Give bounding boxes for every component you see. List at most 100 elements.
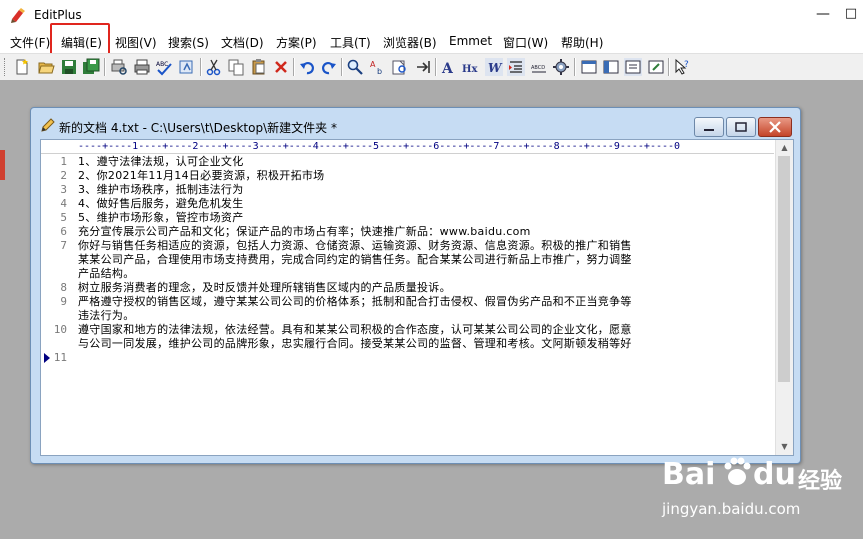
word-wrap-label: W (488, 61, 503, 75)
line-number: 5 (60, 211, 67, 224)
hex-label: Hx (462, 64, 478, 75)
print-icon[interactable] (133, 58, 151, 76)
redo-icon[interactable] (320, 58, 338, 76)
open-folder-icon[interactable] (37, 58, 55, 76)
app-titlebar: EditPlus — □ (0, 0, 863, 31)
document-window[interactable]: 新的文档 4.txt - C:\Users\t\Desktop\新建文件夹 * … (30, 107, 801, 464)
baidu-jingyan-watermark: Bai du 经验 jingyan.baidu.com (660, 455, 860, 535)
doc-restore-button[interactable] (726, 117, 756, 137)
menu-emmet[interactable]: Emmet (449, 34, 492, 48)
view-icon-3[interactable] (624, 58, 642, 76)
browser-icon[interactable] (647, 58, 665, 76)
svg-text:A: A (370, 60, 376, 69)
scroll-down-arrow-icon[interactable]: ▼ (776, 439, 793, 454)
line-number: 4 (60, 197, 67, 210)
text-line: 某某公司产品，合理使用市场支持费用，完成合同约定的销售任务。配合某某公司进行新品… (78, 253, 632, 266)
spell-icon[interactable]: ABCD (530, 58, 548, 76)
watermark-brand-du: du (753, 457, 796, 492)
toolbar-separator (668, 58, 670, 76)
toolbar-separator (341, 58, 343, 76)
menu-browser[interactable]: 浏览器(B) (383, 34, 437, 51)
replace-icon[interactable]: Ab (369, 58, 387, 76)
restore-icon (735, 122, 747, 132)
menu-help[interactable]: 帮助(H) (561, 34, 603, 51)
app-title: EditPlus (34, 8, 82, 22)
text-line: 产品结构。 (78, 267, 135, 280)
save-all-icon[interactable] (82, 58, 100, 76)
text-content[interactable]: 1、遵守法律法规，认可企业文化 2、你2021年11月14日必要资源，积极开拓市… (78, 154, 774, 454)
toolbar-grip[interactable] (4, 58, 8, 76)
minimize-icon (704, 129, 714, 131)
line-number: 10 (53, 323, 67, 336)
editplus-logo-icon (11, 8, 25, 23)
toolbar-separator (200, 58, 202, 76)
toolbar-separator (104, 58, 106, 76)
line-number: 6 (60, 225, 67, 238)
menu-search[interactable]: 搜索(S) (168, 34, 209, 51)
doc-minimize-button[interactable] (694, 117, 724, 137)
scroll-up-arrow-icon[interactable]: ▲ (776, 140, 793, 155)
toolbar-separator (293, 58, 295, 76)
watermark-url: jingyan.baidu.com (662, 500, 801, 518)
indent-icon[interactable] (507, 58, 525, 76)
text-line: 4、做好售后服务，避免危机发生 (78, 197, 244, 210)
line-number: 11 (53, 351, 67, 364)
help-pointer-icon[interactable]: ? (673, 58, 691, 76)
cut-icon[interactable] (205, 58, 223, 76)
watermark-cn: 经验 (798, 469, 843, 494)
current-line-marker-icon (44, 353, 50, 363)
spell-check-label: ABC (156, 61, 168, 68)
find-in-files-icon[interactable] (391, 58, 409, 76)
menu-window[interactable]: 窗口(W) (503, 34, 548, 51)
print-preview-icon[interactable] (110, 58, 128, 76)
view-icon-2[interactable] (602, 58, 620, 76)
paw-logo-icon (724, 457, 751, 485)
hex-icon[interactable]: Hx (462, 58, 480, 76)
watermark-brand: Bai (662, 457, 716, 492)
ftp-upload-icon[interactable] (178, 58, 196, 76)
line-number: 7 (60, 239, 67, 252)
word-wrap-icon[interactable]: W (485, 58, 503, 76)
menu-document[interactable]: 文档(D) (221, 34, 264, 51)
line-number: 2 (60, 169, 67, 182)
font-label: A (441, 61, 454, 76)
save-icon[interactable] (60, 58, 78, 76)
new-file-icon[interactable] (13, 58, 31, 76)
delete-icon[interactable] (272, 58, 290, 76)
text-line: 3、维护市场秩序，抵制违法行为 (78, 183, 244, 196)
ruler-corner (41, 140, 78, 154)
menu-view[interactable]: 视图(V) (115, 34, 157, 51)
settings-icon[interactable] (552, 58, 570, 76)
menu-file[interactable]: 文件(F) (10, 34, 50, 51)
goto-icon[interactable] (414, 58, 432, 76)
font-icon[interactable]: A (440, 58, 458, 76)
copy-icon[interactable] (227, 58, 245, 76)
view-icon[interactable] (580, 58, 598, 76)
text-line: 5、维护市场形象，管控市场资产 (78, 211, 244, 224)
menu-tools[interactable]: 工具(T) (330, 34, 371, 51)
doc-close-button[interactable] (758, 117, 792, 137)
left-edge-strip (0, 150, 5, 180)
svg-text:b: b (377, 67, 382, 76)
text-line: 违法行为。 (78, 309, 135, 322)
toolbar: ABC Ab A Hx W ABCD ? (0, 53, 863, 81)
undo-icon[interactable] (298, 58, 316, 76)
line-number: 8 (60, 281, 67, 294)
find-icon[interactable] (346, 58, 364, 76)
menu-project[interactable]: 方案(P) (276, 34, 317, 51)
text-line: 遵守国家和地方的法律法规，依法经营。具有和某某公司积极的合作态度，认可某某公司公… (78, 323, 632, 336)
close-icon (769, 121, 781, 133)
text-line: 与公司一同发展，维护公司的品牌形象，忠实履行合同。接受某某公司的监督、管理和考核… (78, 337, 632, 350)
restore-button[interactable]: □ (840, 4, 862, 24)
toolbar-separator (574, 58, 576, 76)
line-number-gutter: 1 2 3 4 5 6 7 8 9 10 11 (41, 154, 71, 454)
svg-text:?: ? (684, 60, 689, 70)
vertical-scrollbar[interactable]: ▲ ▼ (775, 140, 793, 455)
editor-pane[interactable]: ----+----1----+----2----+----3----+----4… (40, 139, 794, 456)
spell-check-icon[interactable]: ABC (155, 58, 173, 76)
menu-bar: 文件(F) 编辑(E) 视图(V) 搜索(S) 文档(D) 方案(P) 工具(T… (0, 31, 863, 53)
scrollbar-thumb[interactable] (778, 156, 790, 382)
text-line: 树立服务消费者的理念，及时反馈并处理所辖销售区域内的产品质量投诉。 (78, 281, 451, 294)
minimize-button[interactable]: — (812, 4, 834, 24)
paste-icon[interactable] (250, 58, 268, 76)
